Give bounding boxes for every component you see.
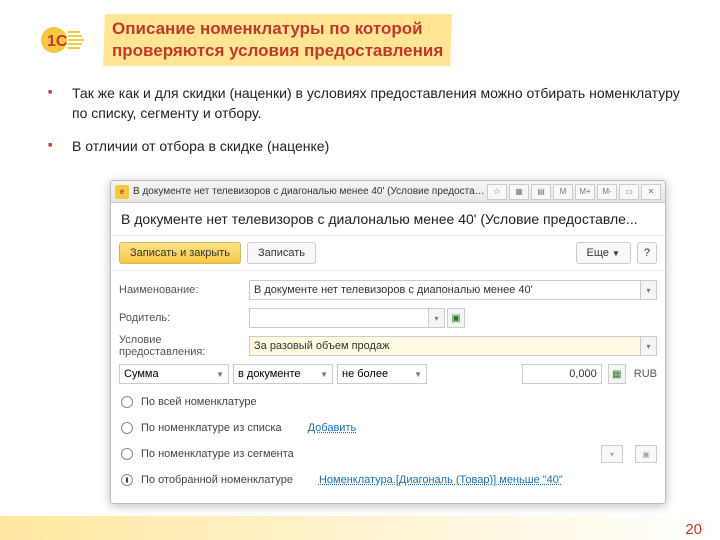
- metric-select[interactable]: Сумма▼: [119, 364, 229, 384]
- window-titlebar[interactable]: e В документе нет телевизоров с диагонал…: [111, 181, 665, 203]
- title-line1: Описание номенклатуры по которой: [112, 19, 423, 38]
- compare-select[interactable]: не более▼: [337, 364, 427, 384]
- row-name: Наименование: ▾: [119, 277, 657, 303]
- amount-input[interactable]: [522, 364, 602, 384]
- chevron-down-icon: ▼: [216, 370, 224, 379]
- parent-input[interactable]: [249, 308, 429, 328]
- radio-segment-nomen[interactable]: [121, 448, 133, 460]
- parent-dropdown-icon[interactable]: ▾: [429, 308, 445, 328]
- segment-dropdown-icon[interactable]: ▾: [601, 445, 623, 463]
- titlebar-fav-button[interactable]: ☆: [487, 184, 507, 200]
- condition-input[interactable]: [249, 336, 641, 356]
- footer-band: [0, 516, 720, 540]
- chevron-down-icon: ▼: [612, 249, 620, 258]
- more-button[interactable]: Еще ▼: [576, 242, 631, 264]
- name-input[interactable]: [249, 280, 641, 300]
- label-parent: Родитель:: [119, 312, 249, 324]
- chevron-down-icon: ▼: [320, 370, 328, 379]
- form-body: Наименование: ▾ Родитель: ▾ ▣ Условие пр…: [111, 271, 665, 503]
- toolbar: Записать и закрыть Записать Еще ▼ ?: [111, 236, 665, 271]
- segment-open-icon[interactable]: ▣: [635, 445, 657, 463]
- row-condition: Условие предоставления: ▾: [119, 333, 657, 359]
- scope-select[interactable]: в документе▼: [233, 364, 333, 384]
- radio-row-all: По всей номенклатуре: [119, 389, 657, 415]
- label-condition: Условие предоставления:: [119, 334, 249, 358]
- page-number: 20: [685, 521, 702, 538]
- parent-open-button[interactable]: ▣: [447, 308, 465, 328]
- radio-all-label: По всей номенклатуре: [141, 396, 257, 408]
- name-dropdown-icon[interactable]: ▾: [641, 280, 657, 300]
- titlebar-close-button[interactable]: ✕: [641, 184, 661, 200]
- document-heading: В документе нет телевизоров с диалональю…: [111, 203, 665, 236]
- radio-list-nomen[interactable]: [121, 422, 133, 434]
- app-icon: e: [115, 185, 129, 199]
- window-title: В документе нет телевизоров с диагональю…: [133, 186, 485, 197]
- titlebar-mplus-button[interactable]: M+: [575, 184, 595, 200]
- logo-1c: 1C: [40, 22, 100, 58]
- svg-text:1C: 1C: [47, 33, 68, 50]
- titlebar-m-button[interactable]: M: [553, 184, 573, 200]
- titlebar-mminus-button[interactable]: M-: [597, 184, 617, 200]
- titlebar-restore-button[interactable]: ▭: [619, 184, 639, 200]
- save-and-close-button[interactable]: Записать и закрыть: [119, 242, 241, 264]
- radio-filter-nomen[interactable]: [121, 474, 133, 486]
- radio-row-segment: По номенклатуре из сегмента ▾ ▣: [119, 441, 657, 467]
- currency-label: RUB: [634, 368, 657, 380]
- radio-filter-label: По отобранной номенклатуре: [141, 474, 293, 486]
- row-params: Сумма▼ в документе▼ не более▼ ▦ RUB: [119, 361, 657, 387]
- condition-dropdown-icon[interactable]: ▾: [641, 336, 657, 356]
- row-parent: Родитель: ▾ ▣: [119, 305, 657, 331]
- radio-segment-label: По номенклатуре из сегмента: [141, 448, 294, 460]
- help-button[interactable]: ?: [637, 242, 657, 264]
- slide-header: 1C Описание номенклатуры по которой пров…: [0, 0, 720, 74]
- title-line2: проверяются условия предоставления: [112, 41, 443, 60]
- filter-expression-link[interactable]: Номенклатура.[Диагональ (Товар)] меньше …: [319, 474, 563, 486]
- slide-title: Описание номенклатуры по которой проверя…: [112, 18, 443, 62]
- label-name: Наименование:: [119, 284, 249, 296]
- bullet-item: Так же как и для скидки (наценки) в усло…: [60, 84, 680, 123]
- app-window: e В документе нет телевизоров с диагонал…: [110, 180, 666, 504]
- radio-all-nomen[interactable]: [121, 396, 133, 408]
- add-link[interactable]: Добавить: [308, 422, 357, 434]
- radio-row-filter: По отобранной номенклатуре Номенклатура.…: [119, 467, 657, 493]
- calculator-icon[interactable]: ▦: [608, 364, 626, 384]
- titlebar-calc-button[interactable]: ▤: [531, 184, 551, 200]
- save-button[interactable]: Записать: [247, 242, 316, 264]
- radio-list-label: По номенклатуре из списка: [141, 422, 282, 434]
- radio-row-list: По номенклатуре из списка Добавить: [119, 415, 657, 441]
- titlebar-grid-button[interactable]: ▦: [509, 184, 529, 200]
- bullet-item: В отличии от отбора в скидке (наценке): [60, 137, 680, 157]
- chevron-down-icon: ▼: [414, 370, 422, 379]
- bullet-list: Так же как и для скидки (наценки) в усло…: [0, 74, 720, 157]
